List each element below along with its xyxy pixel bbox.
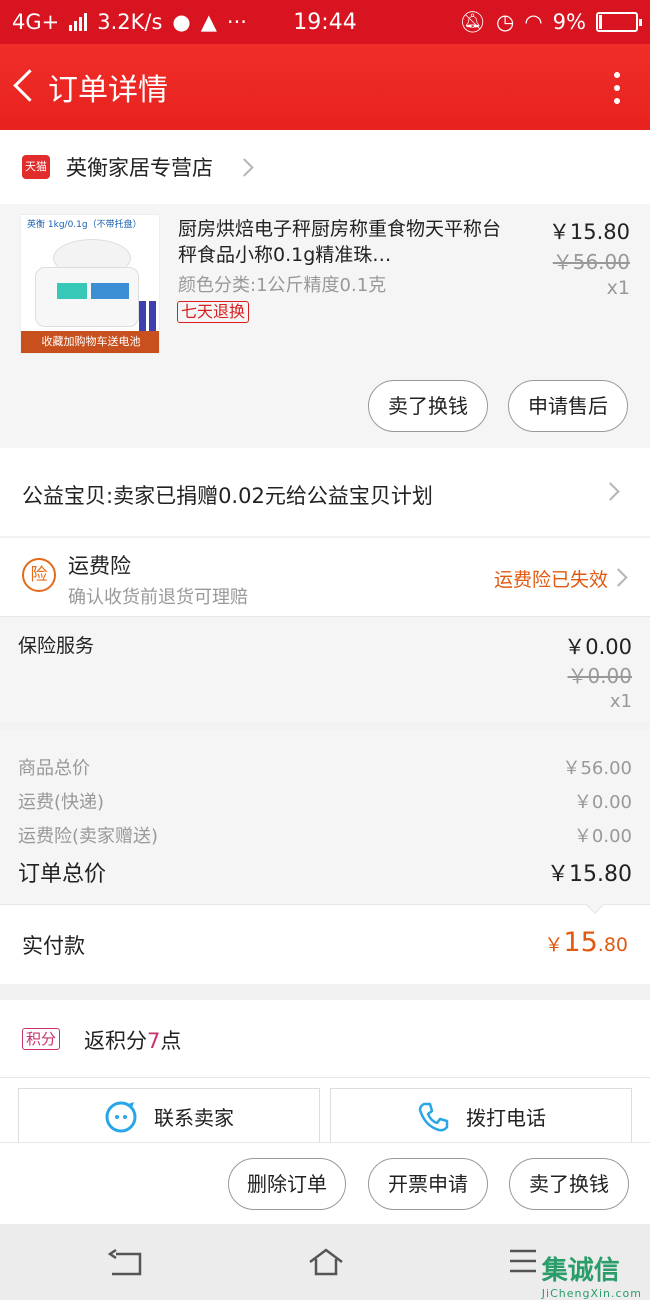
freight-insurance-status: 运费险已失效 — [493, 569, 608, 591]
chevron-right-icon — [609, 568, 628, 587]
insurance-icon: 险 — [22, 558, 56, 592]
product-price: ￥15.80 — [548, 220, 630, 244]
actual-payment-amount: ￥15.80 — [544, 927, 628, 958]
invoice-request-button[interactable]: 开票申请 — [368, 1158, 488, 1210]
shipping-insurance-value: ￥0.00 — [573, 826, 632, 847]
back-arrow-icon[interactable] — [4, 44, 48, 130]
phone-icon — [418, 1102, 449, 1131]
insurance-service: 保险服务 ￥0.00 ￥0.00 x1 — [0, 616, 650, 722]
order-total-label: 订单总价 — [18, 862, 107, 887]
product-title: 厨房烘焙电子秤厨房称重食物天平称台秤食品小称0.1g精准珠… — [178, 218, 502, 266]
system-home-icon[interactable] — [306, 1246, 346, 1278]
charity-row[interactable]: 公益宝贝:卖家已捐赠0.02元给公益宝贝计划 — [0, 448, 650, 536]
watermark-domain: JiChengXin.com — [541, 1287, 642, 1300]
currency-symbol: ￥ — [544, 934, 564, 956]
product-quantity: x1 — [606, 277, 630, 299]
product-image[interactable]: 英衡 1kg/0.1g（不带托盘） 收藏加购物车送电池 — [20, 214, 160, 354]
goods-total-value: ￥56.00 — [562, 758, 632, 779]
order-total-value: ￥15.80 — [547, 862, 632, 887]
contact-row: 联系卖家 拨打电话 — [0, 1078, 650, 1144]
title-bar: 订单详情 — [0, 44, 650, 130]
tmall-badge-icon: 天猫 — [22, 155, 50, 179]
contact-seller-button[interactable]: 联系卖家 — [18, 1088, 320, 1144]
image-banner: 收藏加购物车送电池 — [21, 331, 159, 353]
status-bar: 4G+ 3.2K/s ● ▲ ··· 19:44 🔕︎ ◷ ◠ 9% — [0, 0, 650, 44]
watermark-logo: 集诚信 JiChengXin.com — [541, 1256, 642, 1300]
shipping-insurance-row: 运费险(卖家赠送) ￥0.00 — [18, 822, 632, 848]
contact-seller-label: 联系卖家 — [154, 1106, 234, 1130]
call-phone-button[interactable]: 拨打电话 — [330, 1088, 632, 1144]
warning-icon: ▲ — [200, 10, 217, 34]
product-item[interactable]: 英衡 1kg/0.1g（不带托盘） 收藏加购物车送电池 厨房烘焙电子秤厨房称重食… — [0, 204, 650, 448]
call-phone-label: 拨打电话 — [466, 1106, 546, 1130]
more-notifications-icon: ··· — [226, 10, 247, 34]
resell-button-bottom[interactable]: 卖了换钱 — [509, 1158, 629, 1210]
battery-percent: 9% — [552, 10, 586, 34]
battery-icon — [596, 12, 642, 32]
resell-button[interactable]: 卖了换钱 — [368, 380, 488, 432]
chevron-right-icon — [235, 158, 254, 177]
image-caption: 1kg/0.1g（不带托盘） — [47, 220, 142, 230]
wifi-icon: ◠ — [524, 10, 543, 34]
goods-total-label: 商品总价 — [18, 758, 90, 779]
amount-integer: 15 — [563, 927, 598, 958]
insurance-service-price: ￥0.00 — [564, 635, 632, 659]
price-breakdown: 商品总价 ￥56.00 运费(快递) ￥0.00 运费险(卖家赠送) ￥0.00… — [0, 722, 650, 904]
product-spec: 颜色分类:1公斤精度0.1克 — [178, 275, 387, 296]
points-text: 返积分7点 — [84, 1029, 182, 1053]
freight-insurance-row[interactable]: 险 运费险 确认收货前退货可理赔 运费险已失效 — [0, 538, 650, 616]
more-options-icon[interactable] — [614, 72, 620, 104]
amount-decimal: .80 — [597, 934, 628, 956]
system-menu-icon[interactable] — [508, 1248, 538, 1274]
points-badge: 积分 — [22, 1028, 61, 1050]
shipping-insurance-label: 运费险(卖家赠送) — [18, 826, 159, 847]
actual-payment: 实付款 ￥15.80 — [0, 894, 650, 984]
insurance-service-label: 保险服务 — [18, 635, 95, 657]
clock: 19:44 — [293, 9, 357, 35]
order-action-bar: 删除订单 开票申请 卖了换钱 — [0, 1142, 650, 1224]
delete-order-button[interactable]: 删除订单 — [228, 1158, 346, 1210]
chevron-right-icon — [601, 482, 620, 501]
insurance-service-quantity: x1 — [609, 691, 632, 712]
shipping-value: ￥0.00 — [573, 792, 632, 813]
actual-payment-label: 实付款 — [22, 934, 85, 958]
insurance-service-original-price: ￥0.00 — [567, 664, 632, 688]
image-brand: 英衡 — [27, 220, 46, 230]
return-policy-tag: 七天退换 — [177, 301, 250, 323]
network-speed: 3.2K/s — [97, 10, 163, 34]
shipping-label: 运费(快递) — [18, 792, 105, 813]
system-back-icon[interactable] — [106, 1248, 144, 1278]
points-number: 7 — [147, 1029, 161, 1053]
order-total-row: 订单总价 ￥15.80 — [18, 856, 632, 888]
alarm-icon: ◷ — [496, 10, 515, 34]
freight-insurance-title: 运费险 — [68, 554, 131, 578]
product-original-price: ￥56.00 — [552, 250, 630, 274]
freight-insurance-subtitle: 确认收货前退货可理赔 — [68, 587, 248, 608]
store-row[interactable]: 天猫 英衡家居专营店 — [0, 130, 650, 204]
network-type: 4G+ — [12, 10, 60, 34]
store-name: 英衡家居专营店 — [66, 156, 213, 180]
signal-icon — [69, 13, 88, 31]
points-row: 积分 返积分7点 — [0, 1000, 650, 1078]
qq-icon: ● — [172, 10, 191, 34]
page-title: 订单详情 — [48, 73, 168, 108]
chat-bubble-icon — [105, 1101, 137, 1132]
goods-total-row: 商品总价 ￥56.00 — [18, 754, 632, 780]
charity-text: 公益宝贝:卖家已捐赠0.02元给公益宝贝计划 — [22, 484, 433, 508]
mute-icon: 🔕︎ — [459, 9, 487, 34]
after-sales-button[interactable]: 申请售后 — [508, 380, 628, 432]
shipping-row: 运费(快递) ￥0.00 — [18, 788, 632, 814]
